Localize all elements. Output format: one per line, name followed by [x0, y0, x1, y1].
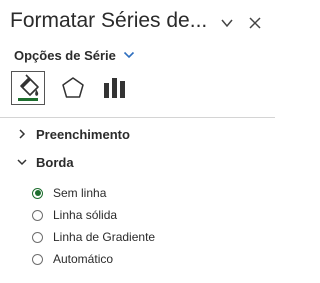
tab-fill-line[interactable]	[11, 71, 45, 105]
chevron-down-icon	[221, 19, 233, 28]
radio-button[interactable]	[32, 209, 43, 221]
bar-chart-icon	[104, 78, 125, 98]
series-options-dropdown[interactable]: Opções de Série	[14, 45, 135, 65]
radio-label: Automático	[53, 252, 114, 266]
radio-gradient-line[interactable]: Linha de Gradiente	[32, 228, 155, 246]
section-fill-label: Preenchimento	[36, 126, 130, 142]
close-icon	[249, 17, 261, 29]
panel-title: Formatar Séries de...	[10, 9, 208, 32]
radio-button[interactable]	[32, 187, 43, 199]
radio-no-line[interactable]: Sem linha	[32, 184, 106, 202]
radio-button[interactable]	[32, 253, 43, 265]
radio-label: Linha de Gradiente	[53, 230, 156, 244]
radio-solid-line[interactable]: Linha sólida	[32, 206, 117, 224]
radio-automatic[interactable]: Automático	[32, 250, 113, 268]
section-border-header[interactable]: Borda	[16, 153, 74, 171]
radio-button[interactable]	[32, 231, 43, 243]
radio-label: Sem linha	[53, 186, 107, 200]
chevron-down-icon	[17, 159, 27, 166]
chevron-right-icon	[19, 129, 26, 139]
tab-series-options[interactable]	[99, 71, 133, 105]
series-options-label: Opções de Série	[14, 47, 116, 63]
section-border-label: Borda	[36, 154, 74, 170]
close-panel-button[interactable]	[246, 14, 264, 32]
tab-effects[interactable]	[56, 71, 90, 105]
radio-label: Linha sólida	[53, 208, 118, 222]
paint-bucket-icon	[18, 74, 39, 101]
divider	[0, 117, 275, 118]
panel-header: Formatar Séries de...	[0, 0, 275, 44]
chevron-down-icon	[123, 51, 134, 59]
section-fill-header[interactable]: Preenchimento	[16, 125, 130, 143]
collapse-panel-button[interactable]	[218, 14, 236, 32]
pentagon-icon	[62, 77, 84, 98]
